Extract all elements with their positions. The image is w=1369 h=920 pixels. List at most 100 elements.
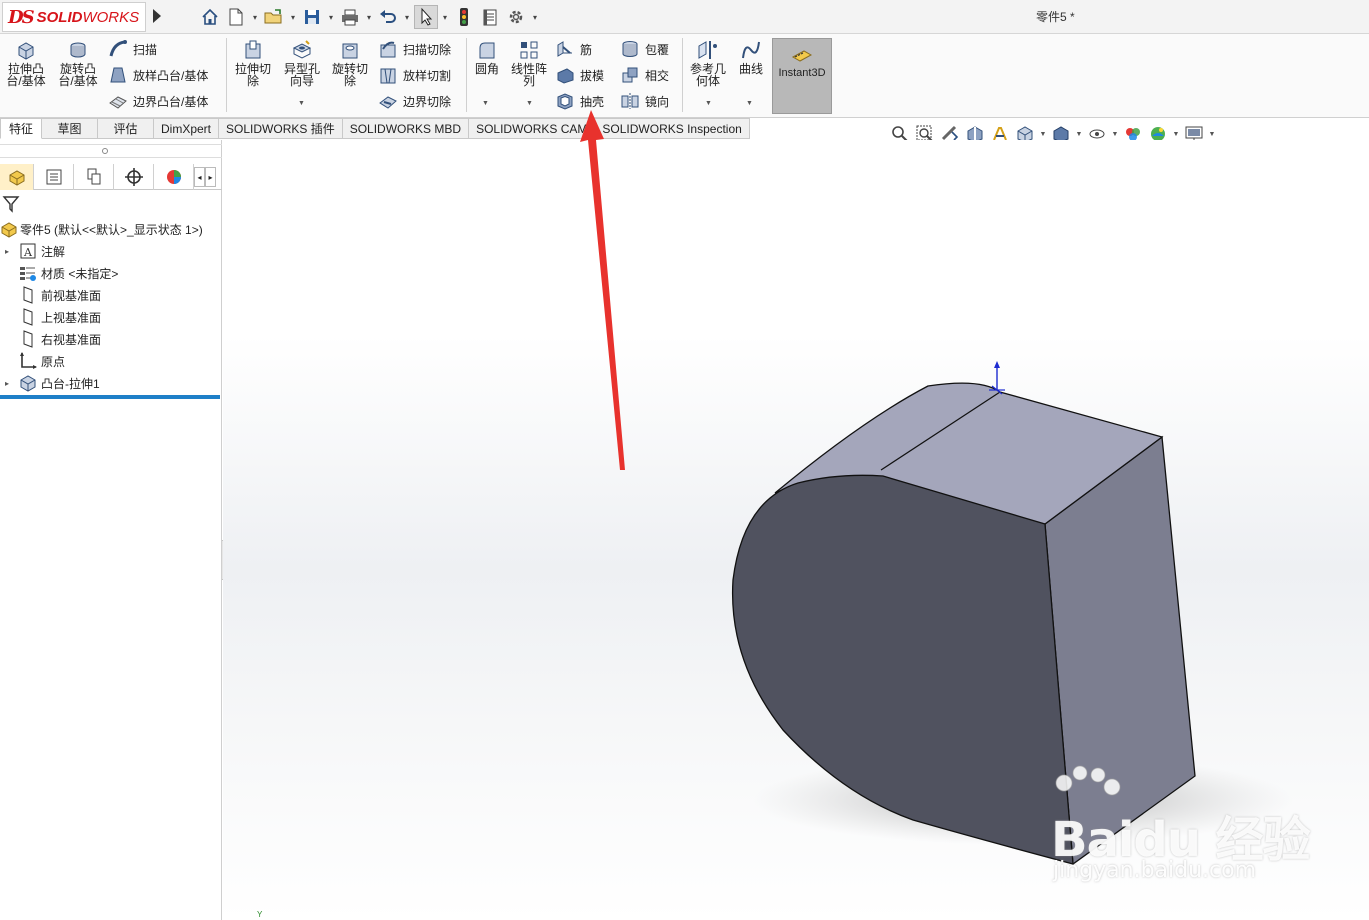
fillet-dropdown-icon[interactable]: ▼ — [482, 100, 489, 107]
save-dropdown-icon[interactable]: ▾ — [326, 5, 336, 29]
reference-geometry-dropdown-icon[interactable]: ▼ — [705, 100, 712, 107]
menu-expand-arrow-icon[interactable] — [150, 6, 164, 26]
undo-dropdown-icon[interactable]: ▾ — [402, 5, 412, 29]
dimxpert-manager-tab-icon[interactable] — [114, 164, 154, 190]
instant3d-button[interactable]: Instant3D — [772, 38, 832, 114]
save-icon[interactable] — [300, 5, 324, 29]
intersect-label: 相交 — [645, 68, 670, 83]
panel-grip[interactable] — [0, 144, 222, 158]
file-properties-icon[interactable] — [478, 5, 502, 29]
options-dropdown-icon[interactable]: ▾ — [530, 5, 540, 29]
tree-item-origin[interactable]: 原点 — [0, 350, 222, 372]
open-folder-icon[interactable] — [262, 5, 286, 29]
tree-root-part[interactable]: 零件5 (默认<<默认>_显示状态 1>) — [0, 218, 222, 240]
extrude-boss-button[interactable]: 拉伸凸台/基体 — [3, 38, 49, 87]
extrude-cut-button[interactable]: 拉伸切除 — [231, 38, 275, 87]
fillet-button[interactable]: 圆角 — [470, 38, 504, 75]
tree-root-label: 零件5 (默认<<默认>_显示状态 1>) — [20, 222, 203, 237]
property-manager-tab-icon[interactable] — [34, 164, 74, 190]
tab-solidworks-mbd[interactable]: SOLIDWORKS MBD — [342, 118, 470, 139]
reference-geometry-button[interactable]: 参考几何体 — [687, 38, 729, 87]
tree-label-right-plane: 右视基准面 — [41, 332, 102, 347]
revolve-cut-button[interactable]: 旋转切除 — [328, 38, 372, 87]
hide-show-dropdown-icon[interactable]: ▼ — [1110, 131, 1120, 138]
curves-dropdown-icon[interactable]: ▼ — [746, 100, 753, 107]
feature-manager-tree-tab-icon[interactable] — [0, 164, 34, 190]
wrap-button[interactable]: 包覆 — [620, 38, 669, 60]
intersect-button[interactable]: 相交 — [620, 64, 669, 86]
linear-pattern-button[interactable]: 线性阵列 — [508, 38, 550, 87]
tab-sketch[interactable]: 草图 — [42, 118, 98, 139]
hole-wizard-dropdown-icon[interactable]: ▼ — [298, 100, 305, 107]
mirror-button[interactable]: 镜向 — [620, 90, 669, 112]
rib-icon — [557, 41, 572, 57]
tab-solidworks-addins[interactable]: SOLIDWORKS 插件 — [219, 118, 343, 139]
undo-icon[interactable] — [376, 5, 400, 29]
lofted-cut-button[interactable]: 放样切割 — [378, 64, 451, 86]
view-settings-dropdown-icon[interactable]: ▼ — [1207, 131, 1217, 138]
linear-pattern-dropdown-icon[interactable]: ▼ — [526, 100, 533, 107]
tab-solidworks-inspection[interactable]: SOLIDWORKS Inspection — [595, 118, 750, 139]
revolve-boss-icon — [70, 42, 86, 58]
select-cursor-icon[interactable] — [414, 5, 438, 29]
extrude-boss-label: 拉伸凸台/基体 — [6, 62, 46, 88]
new-document-icon[interactable] — [224, 5, 248, 29]
new-dropdown-icon[interactable]: ▾ — [250, 5, 260, 29]
home-icon[interactable] — [198, 5, 222, 29]
expand-arrow-icon[interactable]: ▸ — [0, 379, 14, 388]
graphics-area[interactable]: Baidu 经验 jingyan.baidu.com Y — [223, 140, 1369, 920]
tree-item-right-plane[interactable]: 右视基准面 — [0, 328, 222, 350]
curves-button[interactable]: 曲线 — [734, 38, 768, 75]
options-gear-icon[interactable] — [504, 5, 528, 29]
solidworks-logo[interactable]: DS SOLIDWORKS — [2, 2, 146, 32]
tab-features[interactable]: 特征 — [0, 118, 42, 139]
tree-item-top-plane[interactable]: 上视基准面 — [0, 306, 222, 328]
tabs-scroll-right-icon[interactable]: ▸ — [205, 167, 216, 187]
revolve-boss-button[interactable]: 旋转凸台/基体 — [55, 38, 101, 87]
swept-cut-button[interactable]: 扫描切除 — [378, 38, 451, 60]
tabs-scroll-left-icon[interactable]: ◂ — [194, 167, 205, 187]
tab-evaluate[interactable]: 评估 — [98, 118, 154, 139]
display-style-dropdown-icon[interactable]: ▼ — [1074, 131, 1084, 138]
solidworks-wordmark: SOLIDWORKS — [36, 8, 140, 26]
material-icon — [18, 264, 38, 282]
tab-solidworks-cam[interactable]: SOLIDWORKS CAM — [469, 118, 596, 139]
rib-button[interactable]: 筋 — [555, 38, 592, 60]
display-manager-tab-icon[interactable] — [154, 164, 194, 190]
tree-item-annotations[interactable]: ▸ A 注解 — [0, 240, 222, 262]
sweep-button[interactable]: 扫描 — [108, 38, 157, 60]
shell-icon — [557, 93, 573, 110]
draft-button[interactable]: 拔模 — [555, 64, 604, 86]
boundary-cut-button[interactable]: 边界切除 — [378, 90, 451, 112]
loft-boss-label: 放样凸台/基体 — [133, 68, 209, 83]
print-icon[interactable] — [338, 5, 362, 29]
select-dropdown-icon[interactable]: ▾ — [440, 5, 450, 29]
extrude-cut-label: 拉伸切除 — [234, 62, 271, 88]
filter-icon[interactable] — [2, 195, 20, 216]
open-dropdown-icon[interactable]: ▾ — [288, 5, 298, 29]
linear-pattern-icon — [520, 41, 538, 59]
tree-label-annotations: 注解 — [41, 244, 66, 259]
shell-button[interactable]: 抽壳 — [555, 90, 604, 112]
configuration-manager-tab-icon[interactable] — [74, 164, 114, 190]
rebuild-traffic-light-icon[interactable] — [452, 5, 476, 29]
tree-item-boss-extrude[interactable]: ▸ 凸台-拉伸1 — [0, 372, 222, 394]
tree-label-top-plane: 上视基准面 — [41, 310, 102, 325]
expand-arrow-icon[interactable]: ▸ — [0, 247, 14, 256]
view-orientation-dropdown-icon[interactable]: ▼ — [1038, 131, 1048, 138]
tree-item-front-plane[interactable]: 前视基准面 — [0, 284, 222, 306]
apply-scene-dropdown-icon[interactable]: ▼ — [1171, 131, 1181, 138]
tree-label-material: 材质 <未指定> — [41, 266, 119, 281]
draft-icon — [557, 68, 574, 84]
rollback-bar[interactable] — [0, 395, 220, 399]
linear-pattern-label: 线性阵列 — [510, 62, 547, 88]
print-dropdown-icon[interactable]: ▾ — [364, 5, 374, 29]
lofted-cut-label: 放样切割 — [403, 68, 452, 83]
tree-item-material[interactable]: 材质 <未指定> — [0, 262, 222, 284]
tab-dimxpert[interactable]: DimXpert — [154, 118, 220, 139]
instant3d-label: Instant3D — [778, 67, 826, 79]
boundary-boss-button[interactable]: 边界凸台/基体 — [108, 90, 208, 112]
loft-boss-button[interactable]: 放样凸台/基体 — [108, 64, 208, 86]
hole-wizard-button[interactable]: 异型孔向导 — [280, 38, 324, 87]
sweep-icon — [109, 40, 127, 57]
